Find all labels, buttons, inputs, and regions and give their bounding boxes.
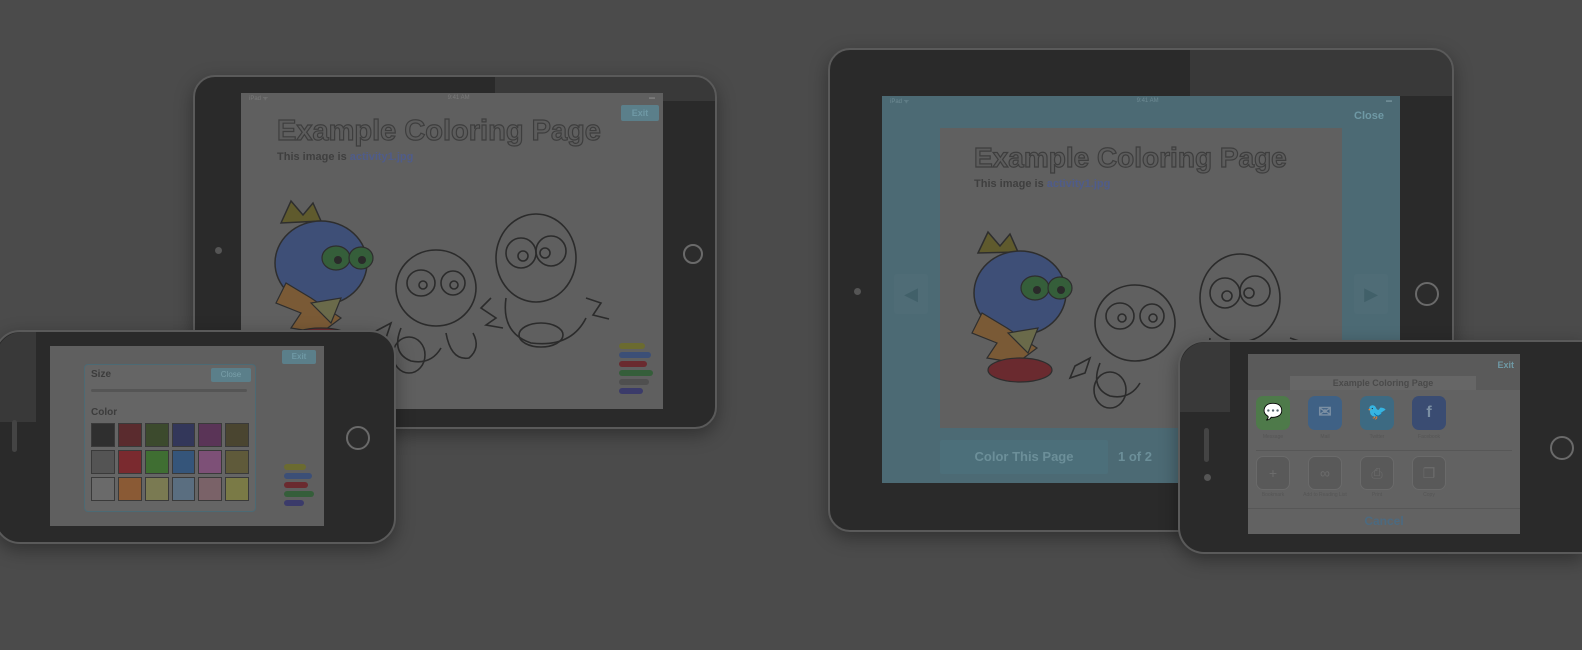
crayon-blue[interactable] [284, 473, 312, 479]
front-camera [215, 247, 222, 254]
phone-right: Exit Example Coloring Page 💬 Message ✉ Mail… [1178, 340, 1582, 554]
front-camera [1204, 474, 1211, 481]
share-target-label: Facebook [1418, 434, 1440, 440]
color-swatch[interactable] [117, 423, 142, 447]
crayon-palette[interactable] [619, 343, 659, 397]
color-swatch[interactable] [225, 450, 249, 474]
print-icon[interactable]: ⎙ [1360, 456, 1394, 490]
phone-glare [0, 332, 36, 422]
share-divider [1256, 450, 1512, 451]
status-time: 9:41 AM [1136, 97, 1159, 104]
crayon-green[interactable] [284, 491, 314, 497]
crayon-yellow[interactable] [284, 464, 306, 470]
crayon-green[interactable] [619, 370, 653, 376]
color-swatch[interactable] [171, 423, 196, 447]
home-button[interactable] [346, 426, 370, 450]
earpiece-speaker [12, 420, 17, 452]
color-this-page-button[interactable]: Color This Page [940, 440, 1108, 474]
device-showcase: iPad ᯤ 9:41 AM ▬ Exit Example Coloring P… [0, 0, 1582, 650]
action-label: Bookmark [1261, 492, 1285, 498]
share-target-label: Twitter [1369, 434, 1385, 440]
status-carrier: iPad ᯤ [890, 98, 910, 105]
crayon-red[interactable] [284, 482, 308, 488]
message-icon[interactable]: 💬 [1256, 396, 1290, 430]
color-swatch[interactable] [144, 477, 169, 501]
color-swatch[interactable] [91, 477, 115, 501]
color-swatch[interactable] [198, 450, 223, 474]
previous-page-button[interactable]: ◀ [894, 274, 928, 314]
cancel-divider [1248, 508, 1520, 509]
color-label: Color [91, 407, 118, 418]
home-button[interactable] [1550, 436, 1574, 460]
exit-button[interactable]: Exit [282, 350, 316, 364]
color-swatch[interactable] [117, 450, 142, 474]
phone-glare [1180, 342, 1230, 412]
home-button[interactable] [1415, 282, 1439, 306]
color-swatch[interactable] [225, 423, 249, 447]
home-button[interactable] [683, 244, 703, 264]
crayon-red[interactable] [619, 361, 647, 367]
color-picker-popover: Size Close Color [84, 364, 256, 512]
color-swatch[interactable] [171, 450, 196, 474]
color-swatch[interactable] [117, 477, 142, 501]
action-label: Add to Reading List [1303, 492, 1347, 498]
next-page-button[interactable]: ▶ [1354, 274, 1388, 314]
exit-button[interactable]: Exit [1497, 360, 1514, 370]
color-swatch[interactable] [225, 477, 249, 501]
share-target-label: Mail [1320, 434, 1330, 440]
crayon-blue[interactable] [619, 352, 651, 358]
share-sheet: 💬 Message ✉ Mail 🐦 Twitter f Facebook + Bookmark… [1248, 390, 1520, 534]
share-sheet-screen: Exit Example Coloring Page 💬 Message ✉ Mail… [1248, 354, 1520, 534]
battery-icon: ▬ [1385, 97, 1392, 104]
mail-icon[interactable]: ✉ [1308, 396, 1342, 430]
color-swatch[interactable] [144, 450, 169, 474]
crayon-palette[interactable] [284, 464, 320, 509]
close-button[interactable]: Close [1344, 110, 1394, 122]
size-slider[interactable] [91, 389, 247, 392]
status-bar: iPad ᯤ 9:41 AM ▬ [882, 96, 1400, 105]
color-swatch[interactable] [198, 423, 223, 447]
size-label: Size [91, 369, 112, 380]
copy-icon[interactable]: ❐ [1412, 456, 1446, 490]
crayon-gray[interactable] [619, 379, 649, 385]
pager-label: 1 of 2 [1118, 449, 1152, 464]
close-button[interactable]: Close [211, 368, 251, 382]
color-swatch[interactable] [91, 423, 115, 447]
reading-list-icon[interactable]: ∞ [1308, 456, 1342, 490]
color-picker-screen: Exit Size Close Color [50, 346, 324, 526]
cancel-button[interactable]: Cancel [1248, 514, 1520, 528]
phone-left: Exit Size Close Color [0, 330, 396, 544]
color-swatch[interactable] [171, 477, 196, 501]
tablet-glare [1190, 50, 1452, 96]
earpiece-speaker [1204, 428, 1209, 462]
crayon-yellow[interactable] [619, 343, 645, 349]
color-swatch[interactable] [144, 423, 169, 447]
color-swatch[interactable] [198, 477, 223, 501]
crayon-purple[interactable] [284, 500, 304, 506]
front-camera [854, 288, 861, 295]
action-label: Copy [1423, 492, 1435, 498]
color-swatch[interactable] [91, 450, 115, 474]
color-swatch-grid[interactable] [91, 423, 249, 501]
share-target-label: Message [1262, 434, 1284, 440]
facebook-icon[interactable]: f [1412, 396, 1446, 430]
bookmark-icon[interactable]: + [1256, 456, 1290, 490]
share-sheet-title: Example Coloring Page [1290, 376, 1476, 390]
twitter-icon[interactable]: 🐦 [1360, 396, 1394, 430]
action-label: Print [1371, 492, 1383, 498]
crayon-purple[interactable] [619, 388, 643, 394]
